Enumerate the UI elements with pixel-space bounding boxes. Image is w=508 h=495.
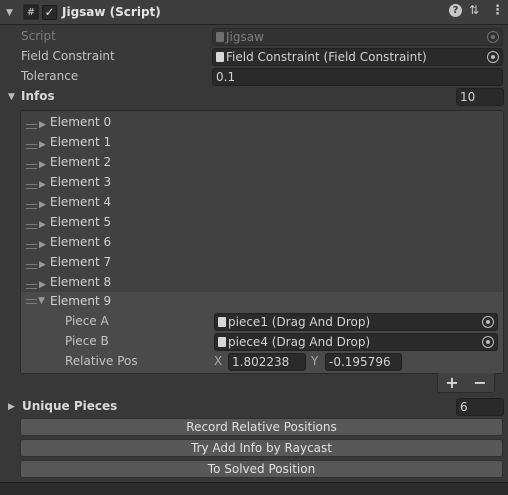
piece-a-label: Piece A [65, 314, 109, 328]
infos-size-input[interactable]: 10 [456, 88, 504, 106]
presets-icon[interactable]: ⇅ [469, 3, 479, 17]
list-item[interactable]: ▶ Element 6 [24, 235, 502, 257]
drag-handle-icon[interactable] [26, 184, 37, 189]
list-item[interactable]: ▶ Element 7 [24, 255, 502, 277]
component-title: Jigsaw (Script) [62, 5, 161, 19]
element-label: Element 3 [50, 175, 112, 189]
drag-handle-icon[interactable] [26, 204, 37, 209]
element-foldout-icon[interactable]: ▶ [39, 220, 46, 230]
drag-handle-icon[interactable] [26, 284, 37, 289]
relative-pos-x-input[interactable]: 1.802238 [228, 353, 306, 371]
script-label: Script [21, 29, 56, 43]
remove-element-button[interactable]: − [473, 373, 486, 392]
tolerance-label: Tolerance [21, 69, 79, 83]
list-item[interactable]: ▶ Element 2 [24, 155, 502, 177]
script-picker-icon [487, 31, 499, 43]
drag-handle-icon[interactable] [26, 144, 37, 149]
help-icon[interactable]: ? [449, 4, 462, 17]
unique-pieces-size-input[interactable]: 6 [456, 398, 504, 416]
element-label: Element 7 [50, 255, 112, 269]
try-add-info-by-raycast-button[interactable]: Try Add Info by Raycast [20, 439, 503, 457]
relative-pos-label: Relative Pos [65, 354, 138, 368]
field-constraint-picker-icon[interactable] [487, 51, 499, 63]
field-constraint-value: Field Constraint (Field Constraint) [226, 50, 427, 64]
piece-b-label: Piece B [65, 334, 109, 348]
unique-pieces-label[interactable]: Unique Pieces [22, 399, 117, 413]
script-value: Jigsaw [226, 30, 264, 44]
piece-a-asset-icon [218, 317, 226, 327]
element-foldout-icon[interactable]: ▶ [39, 200, 46, 210]
drag-handle-icon[interactable] [26, 264, 37, 269]
relative-pos-y-label[interactable]: Y [311, 354, 318, 368]
component-enabled-checkbox[interactable]: ✓ [42, 5, 57, 20]
infos-foldout-icon[interactable]: ▼ [8, 92, 18, 102]
add-element-button[interactable]: + [445, 373, 458, 392]
infos-element-rows: ▶ Element 0 ▶ Element 1 ▶ Element 2 ▶ El… [24, 115, 502, 297]
field-constraint-field[interactable]: Field Constraint (Field Constraint) [212, 48, 503, 66]
element-label: Element 6 [50, 235, 112, 249]
unique-pieces-foldout-icon[interactable]: ▶ [8, 402, 18, 412]
drag-handle-icon[interactable] [26, 299, 37, 304]
relative-pos-x-label[interactable]: X [214, 354, 222, 368]
relative-pos-y-input[interactable]: -0.195796 [325, 353, 402, 371]
tolerance-input[interactable]: 0.1 [212, 68, 503, 86]
element-foldout-icon[interactable]: ▶ [39, 140, 46, 150]
record-relative-positions-button[interactable]: Record Relative Positions [20, 418, 503, 436]
element-label: Element 2 [50, 155, 112, 169]
script-icon: # [23, 4, 39, 20]
element-foldout-icon[interactable]: ▶ [39, 240, 46, 250]
element-label: Element 1 [50, 135, 112, 149]
element-foldout-icon[interactable]: ▶ [39, 120, 46, 130]
list-item[interactable]: ▶ Element 4 [24, 195, 502, 217]
script-asset-icon [216, 32, 224, 42]
field-constraint-asset-icon [216, 52, 224, 62]
element-foldout-icon[interactable]: ▶ [39, 280, 46, 290]
element-label: Element 8 [50, 275, 112, 289]
list-item[interactable]: ▶ Element 0 [24, 115, 502, 137]
element-label: Element 5 [50, 215, 112, 229]
component-foldout-icon[interactable]: ▼ [6, 8, 16, 18]
infos-label[interactable]: Infos [21, 89, 55, 103]
element-foldout-icon[interactable]: ▶ [39, 260, 46, 270]
inspector-bottom-bar [0, 482, 508, 495]
piece-a-field[interactable]: piece1 (Drag And Drop) [214, 313, 498, 331]
piece-b-asset-icon [218, 337, 226, 347]
list-item[interactable]: ▶ Element 3 [24, 175, 502, 197]
element-label: Element 0 [50, 115, 112, 129]
element-foldout-icon[interactable]: ▶ [39, 160, 46, 170]
piece-a-picker-icon[interactable] [482, 316, 494, 328]
drag-handle-icon[interactable] [26, 124, 37, 129]
field-constraint-label: Field Constraint [21, 49, 115, 63]
drag-handle-icon[interactable] [26, 224, 37, 229]
piece-b-field[interactable]: piece4 (Drag And Drop) [214, 333, 498, 351]
piece-a-value: piece1 (Drag And Drop) [228, 315, 371, 329]
context-menu-icon[interactable]: ⋮ [491, 3, 504, 18]
list-item[interactable]: ▶ Element 1 [24, 135, 502, 157]
drag-handle-icon[interactable] [26, 164, 37, 169]
element-foldout-icon[interactable]: ▶ [39, 180, 46, 190]
piece-b-picker-icon[interactable] [482, 336, 494, 348]
list-add-remove-bar: + − [437, 373, 495, 393]
drag-handle-icon[interactable] [26, 244, 37, 249]
list-item[interactable]: ▶ Element 5 [24, 215, 502, 237]
element-label: Element 4 [50, 195, 112, 209]
element-9-label[interactable]: Element 9 [50, 294, 111, 308]
piece-b-value: piece4 (Drag And Drop) [228, 335, 371, 349]
to-solved-position-button[interactable]: To Solved Position [20, 460, 503, 478]
script-field: Jigsaw [212, 28, 503, 46]
element-9-foldout-icon[interactable]: ▼ [38, 296, 45, 306]
